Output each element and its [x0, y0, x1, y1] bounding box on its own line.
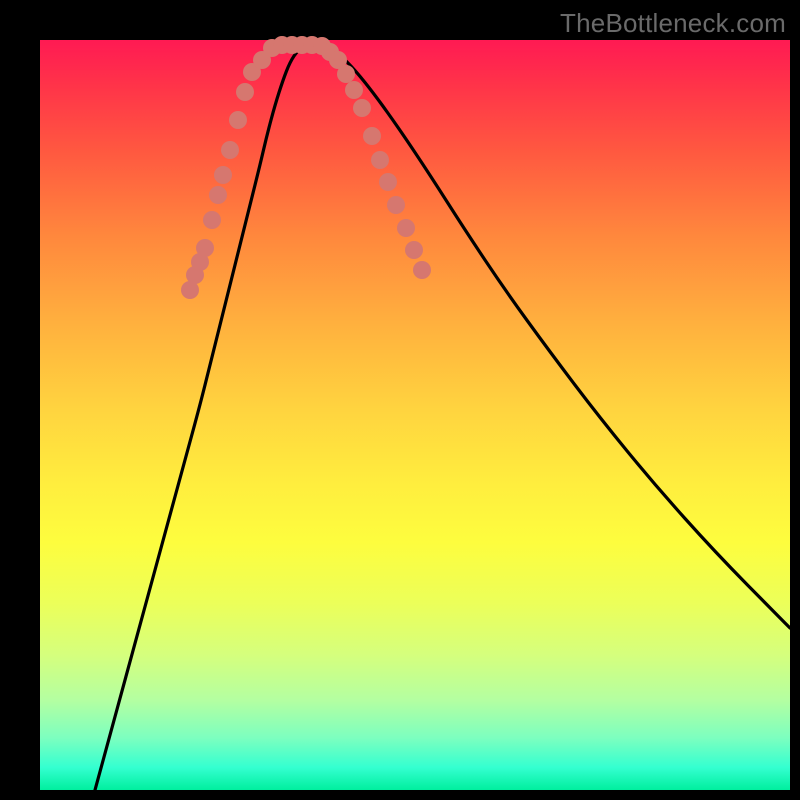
data-point — [405, 241, 423, 259]
data-point — [379, 173, 397, 191]
data-point — [229, 111, 247, 129]
data-point — [196, 239, 214, 257]
data-point — [214, 166, 232, 184]
data-points-layer — [181, 36, 431, 299]
data-point — [397, 219, 415, 237]
watermark-text: TheBottleneck.com — [560, 8, 786, 39]
data-point — [353, 99, 371, 117]
data-point — [236, 83, 254, 101]
bottleneck-curve — [95, 45, 790, 790]
chart-frame: TheBottleneck.com — [0, 0, 800, 800]
data-point — [337, 65, 355, 83]
data-point — [363, 127, 381, 145]
plot-area — [40, 40, 790, 790]
data-point — [221, 141, 239, 159]
data-point — [203, 211, 221, 229]
chart-svg — [40, 40, 790, 790]
data-point — [387, 196, 405, 214]
data-point — [413, 261, 431, 279]
data-point — [345, 81, 363, 99]
data-point — [209, 186, 227, 204]
data-point — [371, 151, 389, 169]
